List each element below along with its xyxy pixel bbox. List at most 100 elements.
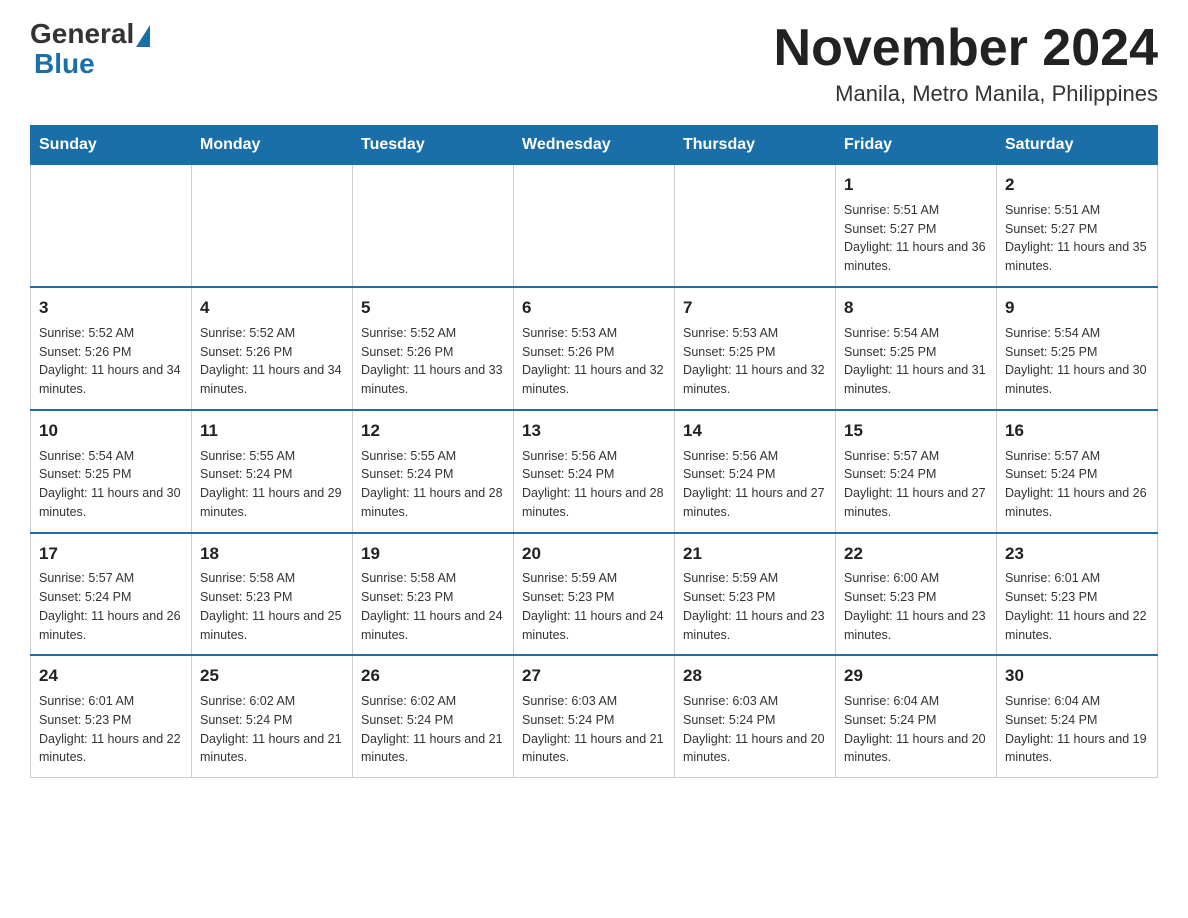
day-info: Sunrise: 6:03 AMSunset: 5:24 PMDaylight:… [522, 692, 666, 767]
logo-general-text: General [30, 20, 134, 48]
day-info: Sunrise: 6:03 AMSunset: 5:24 PMDaylight:… [683, 692, 827, 767]
day-info: Sunrise: 5:59 AMSunset: 5:23 PMDaylight:… [522, 569, 666, 644]
day-info: Sunrise: 6:00 AMSunset: 5:23 PMDaylight:… [844, 569, 988, 644]
calendar-cell-w1-d1 [192, 165, 353, 287]
day-number: 9 [1005, 296, 1149, 320]
col-header-wednesday: Wednesday [514, 126, 675, 165]
calendar-header-row: Sunday Monday Tuesday Wednesday Thursday… [31, 126, 1158, 165]
calendar-cell-w5-d6: 30Sunrise: 6:04 AMSunset: 5:24 PMDayligh… [997, 655, 1158, 777]
day-info: Sunrise: 5:59 AMSunset: 5:23 PMDaylight:… [683, 569, 827, 644]
day-number: 17 [39, 542, 183, 566]
day-number: 6 [522, 296, 666, 320]
day-info: Sunrise: 5:57 AMSunset: 5:24 PMDaylight:… [1005, 447, 1149, 522]
location-subtitle: Manila, Metro Manila, Philippines [774, 81, 1158, 107]
day-number: 14 [683, 419, 827, 443]
day-number: 28 [683, 664, 827, 688]
day-number: 10 [39, 419, 183, 443]
day-number: 5 [361, 296, 505, 320]
day-info: Sunrise: 5:53 AMSunset: 5:25 PMDaylight:… [683, 324, 827, 399]
day-number: 7 [683, 296, 827, 320]
day-info: Sunrise: 5:58 AMSunset: 5:23 PMDaylight:… [361, 569, 505, 644]
col-header-tuesday: Tuesday [353, 126, 514, 165]
day-info: Sunrise: 5:58 AMSunset: 5:23 PMDaylight:… [200, 569, 344, 644]
day-info: Sunrise: 5:55 AMSunset: 5:24 PMDaylight:… [200, 447, 344, 522]
day-number: 12 [361, 419, 505, 443]
day-info: Sunrise: 6:02 AMSunset: 5:24 PMDaylight:… [200, 692, 344, 767]
day-number: 18 [200, 542, 344, 566]
day-info: Sunrise: 5:54 AMSunset: 5:25 PMDaylight:… [844, 324, 988, 399]
calendar-cell-w2-d2: 5 Sunrise: 5:52 AMSunset: 5:26 PMDaylight… [353, 287, 514, 410]
calendar-cell-w2-d1: 4 Sunrise: 5:52 AMSunset: 5:26 PMDaylight… [192, 287, 353, 410]
day-number: 22 [844, 542, 988, 566]
calendar-cell-w3-d3: 13Sunrise: 5:56 AMSunset: 5:24 PMDayligh… [514, 410, 675, 533]
calendar-cell-w1-d2 [353, 165, 514, 287]
day-info: Sunrise: 5:51 AMSunset: 5:27 PMDaylight:… [844, 201, 988, 276]
day-number: 21 [683, 542, 827, 566]
calendar-cell-w4-d6: 23Sunrise: 6:01 AMSunset: 5:23 PMDayligh… [997, 533, 1158, 656]
day-info: Sunrise: 5:57 AMSunset: 5:24 PMDaylight:… [844, 447, 988, 522]
day-number: 26 [361, 664, 505, 688]
col-header-thursday: Thursday [675, 126, 836, 165]
calendar-cell-w5-d5: 29 Sunrise: 6:04 AMSunset: 5:24 PMDayligh… [836, 655, 997, 777]
month-year-title: November 2024 [774, 20, 1158, 77]
calendar-week-4: 17Sunrise: 5:57 AMSunset: 5:24 PMDayligh… [31, 533, 1158, 656]
calendar-cell-w3-d5: 15 Sunrise: 5:57 AMSunset: 5:24 PMDayligh… [836, 410, 997, 533]
calendar-cell-w5-d1: 25 Sunrise: 6:02 AMSunset: 5:24 PMDayligh… [192, 655, 353, 777]
day-info: Sunrise: 5:52 AMSunset: 5:26 PMDaylight:… [200, 324, 344, 399]
calendar-cell-w2-d3: 6 Sunrise: 5:53 AMSunset: 5:26 PMDaylight… [514, 287, 675, 410]
col-header-monday: Monday [192, 126, 353, 165]
calendar-cell-w1-d3 [514, 165, 675, 287]
calendar-cell-w3-d4: 14 Sunrise: 5:56 AMSunset: 5:24 PMDayligh… [675, 410, 836, 533]
day-number: 1 [844, 173, 988, 197]
calendar-week-1: 1 Sunrise: 5:51 AMSunset: 5:27 PMDaylight… [31, 165, 1158, 287]
logo: General Blue [30, 20, 152, 80]
title-area: November 2024 Manila, Metro Manila, Phil… [774, 20, 1158, 107]
calendar-cell-w5-d4: 28 Sunrise: 6:03 AMSunset: 5:24 PMDayligh… [675, 655, 836, 777]
day-number: 4 [200, 296, 344, 320]
day-number: 13 [522, 419, 666, 443]
calendar-cell-w5-d2: 26 Sunrise: 6:02 AMSunset: 5:24 PMDayligh… [353, 655, 514, 777]
calendar-week-3: 10 Sunrise: 5:54 AMSunset: 5:25 PMDayligh… [31, 410, 1158, 533]
day-info: Sunrise: 6:04 AMSunset: 5:24 PMDaylight:… [844, 692, 988, 767]
day-info: Sunrise: 5:54 AMSunset: 5:25 PMDaylight:… [39, 447, 183, 522]
day-info: Sunrise: 5:54 AMSunset: 5:25 PMDaylight:… [1005, 324, 1149, 399]
calendar-cell-w5-d0: 24 Sunrise: 6:01 AMSunset: 5:23 PMDayligh… [31, 655, 192, 777]
calendar-cell-w4-d3: 20 Sunrise: 5:59 AMSunset: 5:23 PMDayligh… [514, 533, 675, 656]
day-number: 20 [522, 542, 666, 566]
calendar-cell-w1-d6: 2Sunrise: 5:51 AMSunset: 5:27 PMDaylight… [997, 165, 1158, 287]
calendar-cell-w1-d5: 1 Sunrise: 5:51 AMSunset: 5:27 PMDaylight… [836, 165, 997, 287]
day-number: 30 [1005, 664, 1149, 688]
logo-blue-text: Blue [34, 48, 95, 79]
calendar-cell-w2-d5: 8 Sunrise: 5:54 AMSunset: 5:25 PMDaylight… [836, 287, 997, 410]
calendar-cell-w3-d6: 16Sunrise: 5:57 AMSunset: 5:24 PMDayligh… [997, 410, 1158, 533]
day-info: Sunrise: 5:53 AMSunset: 5:26 PMDaylight:… [522, 324, 666, 399]
day-number: 19 [361, 542, 505, 566]
day-number: 3 [39, 296, 183, 320]
day-info: Sunrise: 5:52 AMSunset: 5:26 PMDaylight:… [361, 324, 505, 399]
day-info: Sunrise: 5:52 AMSunset: 5:26 PMDaylight:… [39, 324, 183, 399]
calendar-week-5: 24 Sunrise: 6:01 AMSunset: 5:23 PMDayligh… [31, 655, 1158, 777]
calendar-cell-w3-d0: 10 Sunrise: 5:54 AMSunset: 5:25 PMDayligh… [31, 410, 192, 533]
calendar-cell-w3-d1: 11 Sunrise: 5:55 AMSunset: 5:24 PMDayligh… [192, 410, 353, 533]
calendar-cell-w5-d3: 27 Sunrise: 6:03 AMSunset: 5:24 PMDayligh… [514, 655, 675, 777]
day-number: 11 [200, 419, 344, 443]
calendar-cell-w4-d2: 19 Sunrise: 5:58 AMSunset: 5:23 PMDayligh… [353, 533, 514, 656]
day-info: Sunrise: 6:01 AMSunset: 5:23 PMDaylight:… [39, 692, 183, 767]
day-number: 29 [844, 664, 988, 688]
calendar-cell-w4-d1: 18 Sunrise: 5:58 AMSunset: 5:23 PMDayligh… [192, 533, 353, 656]
day-number: 8 [844, 296, 988, 320]
day-number: 27 [522, 664, 666, 688]
day-number: 24 [39, 664, 183, 688]
calendar-cell-w4-d5: 22 Sunrise: 6:00 AMSunset: 5:23 PMDayligh… [836, 533, 997, 656]
day-number: 2 [1005, 173, 1149, 197]
day-info: Sunrise: 6:02 AMSunset: 5:24 PMDaylight:… [361, 692, 505, 767]
col-header-saturday: Saturday [997, 126, 1158, 165]
calendar-cell-w1-d0 [31, 165, 192, 287]
page-header: General Blue November 2024 Manila, Metro… [30, 20, 1158, 107]
col-header-sunday: Sunday [31, 126, 192, 165]
day-number: 15 [844, 419, 988, 443]
day-info: Sunrise: 5:56 AMSunset: 5:24 PMDaylight:… [683, 447, 827, 522]
day-number: 25 [200, 664, 344, 688]
calendar-table: Sunday Monday Tuesday Wednesday Thursday… [30, 125, 1158, 778]
day-info: Sunrise: 5:55 AMSunset: 5:24 PMDaylight:… [361, 447, 505, 522]
